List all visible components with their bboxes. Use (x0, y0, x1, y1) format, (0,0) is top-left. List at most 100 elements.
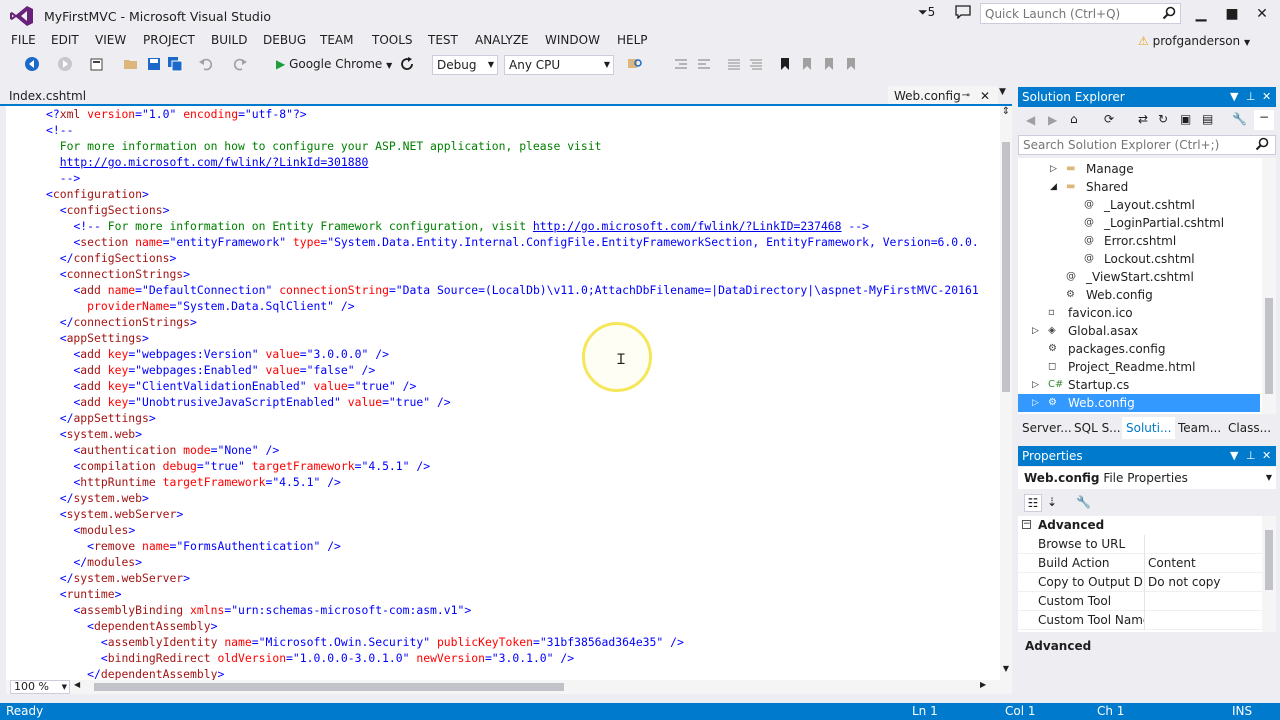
tab-list-dropdown-icon[interactable]: ▼ (999, 87, 1006, 97)
scroll-thumb[interactable] (1002, 142, 1010, 392)
tree-item[interactable]: ▷ C# Startup.cs (1018, 376, 1260, 394)
close-window-button[interactable]: ✕ (1252, 4, 1272, 24)
tree-item[interactable]: ▫ favicon.ico (1018, 304, 1260, 322)
sync-icon[interactable]: ⟳ (1104, 112, 1114, 126)
property-row[interactable]: Custom Tool (1018, 592, 1262, 611)
tree-item[interactable]: ▷ ⚙ Web.config (1018, 394, 1260, 412)
editor-horizontal-scrollbar[interactable]: 100 % ▼ ◀ ▶ (6, 680, 1012, 694)
code-lines[interactable]: <?xml version="1.0" encoding="utf-8"?> <!… (46, 106, 979, 680)
menu-build[interactable]: BUILD (211, 33, 247, 47)
tree-item[interactable]: ⚙ Web.config (1018, 286, 1260, 304)
collapse-arrow-icon[interactable]: ◢ (1050, 178, 1057, 196)
code-line[interactable]: providerName="System.Data.SqlClient" /> (46, 298, 979, 314)
alphabetical-icon[interactable]: ⇣ (1047, 495, 1057, 509)
menu-view[interactable]: VIEW (95, 33, 126, 47)
show-all-files-icon[interactable]: ▤ (1202, 112, 1213, 126)
bookmark-icon[interactable] (777, 56, 793, 72)
feedback-icon[interactable] (955, 5, 971, 19)
collapse-category-icon[interactable]: − (1022, 520, 1031, 529)
outdent-icon[interactable] (696, 56, 712, 72)
tree-item[interactable]: ⚙ packages.config (1018, 340, 1260, 358)
property-grid-scrollbar[interactable] (1262, 516, 1276, 632)
code-line[interactable]: <add key="webpages:Enabled" value="false… (46, 362, 979, 378)
code-line[interactable]: </system.webServer> (46, 570, 979, 586)
configuration-dropdown[interactable]: Debug ▼ (432, 55, 498, 75)
solution-tree-scrollbar[interactable] (1262, 158, 1276, 414)
code-line[interactable]: <system.web> (46, 426, 979, 442)
code-editor[interactable]: <?xml version="1.0" encoding="utf-8"?> <!… (6, 106, 1012, 680)
uncomment-icon[interactable] (748, 56, 764, 72)
code-line[interactable]: <configSections> (46, 202, 979, 218)
code-line[interactable]: <section name="entityFramework" type="Sy… (46, 234, 978, 250)
menu-window[interactable]: WINDOW (545, 33, 600, 47)
menu-help[interactable]: HELP (617, 33, 648, 47)
split-window-icon[interactable]: ⇕ (1000, 106, 1012, 120)
refresh-icon[interactable] (399, 56, 415, 72)
code-line[interactable]: <authentication mode="None" /> (46, 442, 979, 458)
scroll-thumb[interactable] (1265, 298, 1273, 394)
code-line[interactable]: </system.web> (46, 490, 979, 506)
code-line[interactable]: <add name="DefaultConnection" connection… (46, 282, 978, 298)
menu-analyze[interactable]: ANALYZE (475, 33, 529, 47)
code-line[interactable]: <?xml version="1.0" encoding="utf-8"?> (46, 106, 979, 122)
property-row[interactable]: Custom Tool Name (1018, 611, 1262, 630)
code-line[interactable]: <connectionStrings> (46, 266, 979, 282)
chevron-down-icon[interactable]: ▼ (1230, 87, 1238, 107)
scroll-thumb[interactable] (1265, 530, 1273, 590)
start-debugging-button[interactable]: ▶ Google Chrome ▼ (276, 54, 392, 74)
back-icon[interactable]: ◀ (1026, 113, 1035, 127)
code-line[interactable]: <httpRuntime targetFramework="4.5.1" /> (46, 474, 979, 490)
property-row[interactable]: Browse to URL (1018, 535, 1262, 554)
code-line[interactable]: <runtime> (46, 586, 979, 602)
code-line[interactable]: <dependentAssembly> (46, 618, 979, 634)
tree-item[interactable]: @ _ViewStart.cshtml (1018, 268, 1260, 286)
redo-icon[interactable] (232, 56, 248, 72)
user-account[interactable]: ⚠ profganderson ▼ (1138, 34, 1250, 48)
chevron-down-icon[interactable]: ▼ (1230, 446, 1238, 466)
menu-team[interactable]: TEAM (320, 33, 353, 47)
code-line[interactable]: <bindingRedirect oldVersion="1.0.0.0-3.0… (46, 650, 979, 666)
zoom-dropdown[interactable]: 100 % ▼ (10, 680, 70, 694)
back-navigate-icon[interactable] (24, 56, 40, 72)
comment-icon[interactable] (726, 56, 742, 72)
solution-search-input[interactable] (1019, 136, 1239, 154)
tab-sql-server[interactable]: SQL S... (1070, 417, 1125, 439)
tree-item[interactable]: ▷ ▬ Manage (1018, 160, 1260, 178)
code-line[interactable]: <add key="ClientValidationEnabled" value… (46, 378, 979, 394)
property-value[interactable]: Content (1148, 554, 1196, 573)
menu-tools[interactable]: TOOLS (372, 33, 413, 47)
code-line[interactable]: <configuration> (46, 186, 979, 202)
tree-item[interactable]: @ Error.cshtml (1018, 232, 1260, 250)
code-line[interactable]: --> (46, 170, 979, 186)
property-row[interactable]: Copy to Output Directory Do not copy (1018, 573, 1262, 592)
code-line[interactable]: <system.webServer> (46, 506, 979, 522)
code-line[interactable]: <!-- (46, 122, 979, 138)
quick-launch-input[interactable] (981, 4, 1156, 23)
solution-search-box[interactable] (1018, 135, 1276, 155)
scroll-down-icon[interactable]: ▼ (1000, 664, 1012, 678)
pin-icon[interactable]: ⊸ (962, 86, 970, 106)
menu-file[interactable]: FILE (11, 33, 36, 47)
tree-item[interactable]: ▷ ◈ Global.asax (1018, 322, 1260, 340)
tab-solution-explorer[interactable]: Soluti... (1122, 417, 1176, 439)
code-line[interactable]: http://go.microsoft.com/fwlink/?LinkId=3… (46, 154, 979, 170)
forward-navigate-icon[interactable] (57, 56, 73, 72)
new-project-icon[interactable] (89, 56, 105, 72)
code-line[interactable]: <modules> (46, 522, 979, 538)
code-line[interactable]: </appSettings> (46, 410, 979, 426)
close-tab-icon[interactable]: ✕ (980, 86, 990, 106)
code-line[interactable]: </configSections> (46, 250, 979, 266)
property-value[interactable]: Do not copy (1148, 573, 1221, 592)
minimize-button[interactable]: ▁ (1191, 4, 1211, 24)
forward-icon[interactable]: ▶ (1048, 113, 1057, 127)
clear-bookmarks-icon[interactable] (843, 56, 859, 72)
previous-bookmark-icon[interactable] (799, 56, 815, 72)
editor-vertical-scrollbar[interactable]: ⇕ ▼ (1000, 106, 1012, 680)
tree-item[interactable]: @ Lockout.cshtml (1018, 250, 1260, 268)
menu-test[interactable]: TEST (428, 33, 458, 47)
expand-arrow-icon[interactable]: ▷ (1032, 394, 1039, 412)
pin-icon[interactable]: ⊥ (1246, 446, 1256, 466)
indent-icon[interactable] (673, 56, 689, 72)
code-line[interactable]: <assemblyIdentity name="Microsoft.Owin.S… (46, 634, 979, 650)
property-row[interactable]: Build Action Content (1018, 554, 1262, 573)
